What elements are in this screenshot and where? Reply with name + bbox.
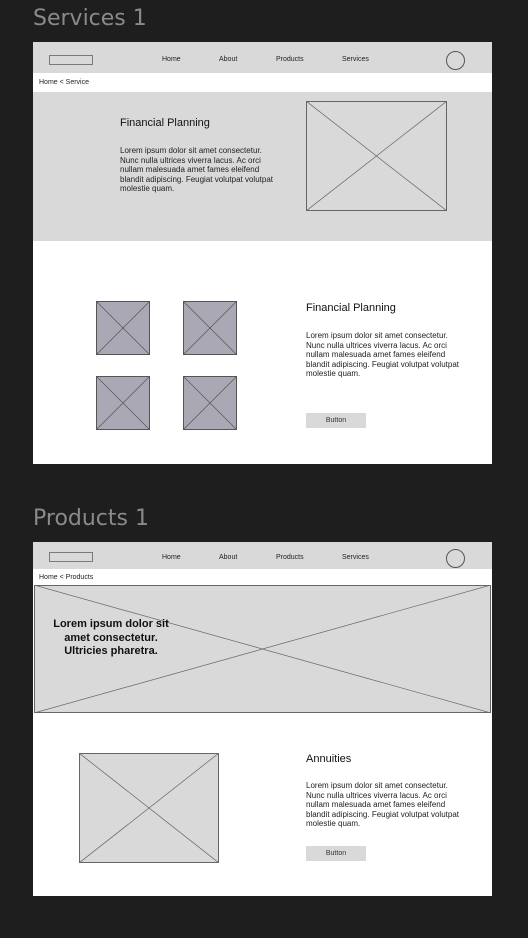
nav-link-about[interactable]: About [219,56,237,63]
frame-label-products: Products 1 [33,506,149,531]
section-heading: Financial Planning [306,302,396,314]
image-placeholder-icon [79,753,219,863]
cta-button[interactable]: Button [306,413,366,428]
nav-link-home[interactable]: Home [162,554,181,561]
section-heading: Annuities [306,753,352,765]
navbar: Home About Products Services [33,42,492,73]
avatar-circle-icon[interactable] [446,51,465,70]
hero-section: Financial Planning Lorem ipsum dolor sit… [33,92,492,241]
avatar-circle-icon[interactable] [446,549,465,568]
nav-link-home[interactable]: Home [162,56,181,63]
products-frame: Home About Products Services Home < Prod… [33,542,492,896]
image-placeholder-icon [306,101,447,211]
section-text: Lorem ipsum dolor sit amet consectetur. … [306,781,459,829]
navbar: Home About Products Services [33,542,492,569]
hero-title: Lorem ipsum dolor sit amet consectetur. … [53,618,169,657]
cta-button[interactable]: Button [306,846,366,861]
thumbnail-placeholder-icon [96,301,150,355]
thumbnail-placeholder-icon [183,376,237,430]
logo-placeholder[interactable] [49,552,93,562]
services-frame: Home About Products Services Home < Serv… [33,42,492,464]
thumbnail-placeholder-icon [96,376,150,430]
breadcrumb: Home < Service [39,79,89,86]
nav-link-products[interactable]: Products [276,56,304,63]
breadcrumb: Home < Products [39,574,94,581]
nav-link-services[interactable]: Services [342,56,369,63]
nav-link-services[interactable]: Services [342,554,369,561]
thumbnail-placeholder-icon [183,301,237,355]
nav-link-about[interactable]: About [219,554,237,561]
hero-heading: Financial Planning [120,117,210,129]
logo-placeholder[interactable] [49,55,93,65]
section-text: Lorem ipsum dolor sit amet consectetur. … [306,331,459,379]
frame-label-services: Services 1 [33,6,147,31]
hero-text: Lorem ipsum dolor sit amet consectetur. … [120,146,273,194]
nav-link-products[interactable]: Products [276,554,304,561]
